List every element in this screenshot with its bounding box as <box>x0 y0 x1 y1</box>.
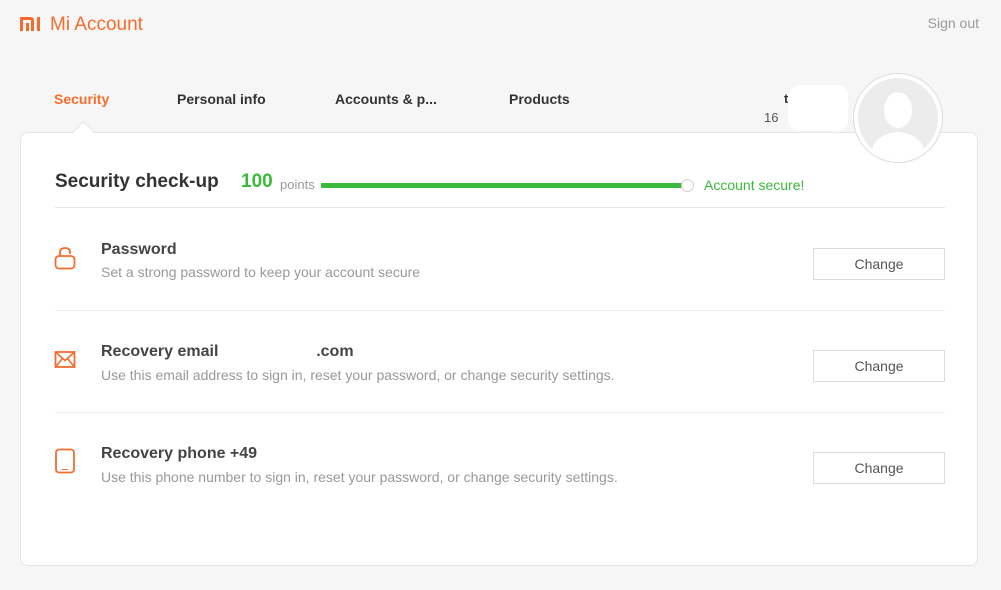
change-email-button[interactable]: Change <box>813 350 945 382</box>
avatar[interactable] <box>853 73 943 163</box>
nav-tabs: Security Personal info Accounts & p... P… <box>0 84 700 124</box>
mi-logo-icon <box>20 17 40 31</box>
tab-products[interactable]: Products <box>509 91 570 107</box>
mail-icon <box>54 351 76 368</box>
recovery-phone-title: Recovery phone +49 <box>101 445 258 462</box>
recovery-phone-description: Use this phone number to sign in, reset … <box>101 469 618 485</box>
change-password-button[interactable]: Change <box>813 248 945 280</box>
logo[interactable]: Mi Account <box>20 14 143 36</box>
sign-out-link[interactable]: Sign out <box>928 15 979 31</box>
tab-accounts[interactable]: Accounts & p... <box>335 91 437 107</box>
security-score: 100 <box>241 171 273 192</box>
top-bar: Mi Account Sign out <box>0 0 1001 60</box>
progress-knob <box>681 179 694 192</box>
user-silhouette-icon <box>870 92 926 158</box>
header-divider <box>55 207 945 208</box>
tab-personal-info[interactable]: Personal info <box>177 91 266 107</box>
row-divider <box>55 412 945 413</box>
tab-security[interactable]: Security <box>54 91 109 107</box>
phone-icon <box>55 448 75 474</box>
redaction-mask <box>788 85 848 131</box>
change-phone-button[interactable]: Change <box>813 452 945 484</box>
security-progress-bar <box>321 183 689 188</box>
password-description: Set a strong password to keep your accou… <box>101 264 421 280</box>
recovery-email-title: Recovery email .com <box>101 343 354 360</box>
checkup-title: Security check-up <box>55 171 219 192</box>
security-progress-fill <box>321 183 689 188</box>
password-title: Password <box>101 241 177 258</box>
recovery-email-description: Use this email address to sign in, reset… <box>101 367 615 383</box>
user-id: 16 <box>764 110 779 125</box>
row-divider <box>55 310 945 311</box>
points-label: points <box>280 177 315 192</box>
brand-name: Mi Account <box>50 14 143 35</box>
lock-icon <box>54 247 76 270</box>
security-status: Account secure! <box>704 177 805 193</box>
avatar-placeholder <box>858 78 938 158</box>
